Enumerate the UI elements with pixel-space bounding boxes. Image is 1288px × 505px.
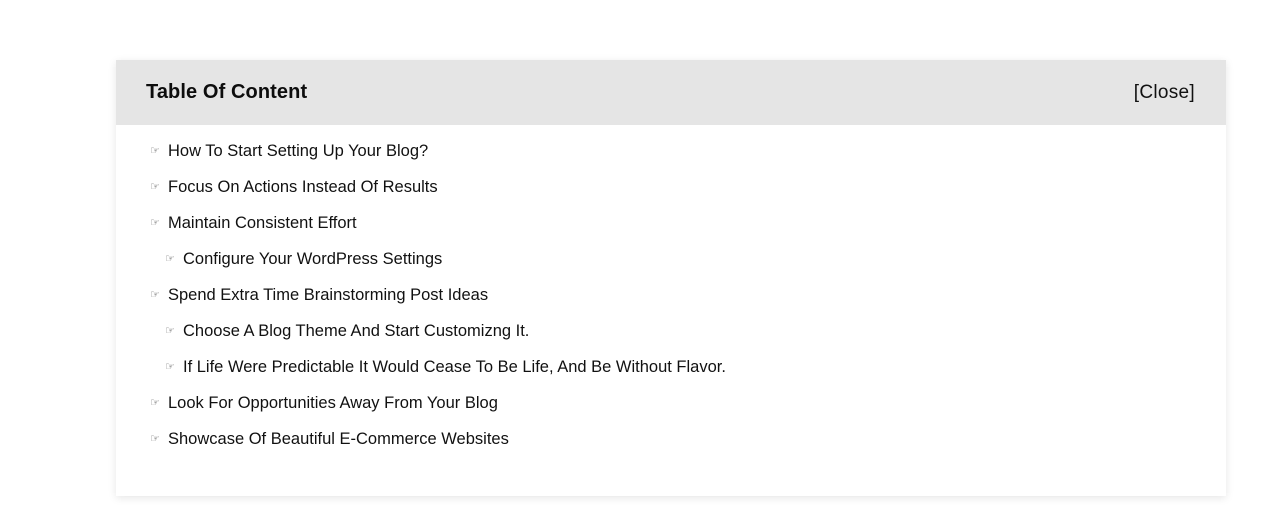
pointing-hand-icon: ☞ <box>150 181 160 193</box>
toc-item: ☞ Showcase Of Beautiful E-Commerce Websi… <box>116 430 1226 466</box>
pointing-hand-icon: ☞ <box>150 289 160 301</box>
toc-link[interactable]: Focus On Actions Instead Of Results <box>168 178 438 197</box>
toc-link[interactable]: Spend Extra Time Brainstorming Post Idea… <box>168 286 488 305</box>
pointing-hand-icon: ☞ <box>150 145 160 157</box>
toc-link[interactable]: Showcase Of Beautiful E-Commerce Website… <box>168 430 509 449</box>
toc-subitem: ☞ Choose A Blog Theme And Start Customiz… <box>116 322 1226 358</box>
toc-link[interactable]: Look For Opportunities Away From Your Bl… <box>168 394 498 413</box>
pointing-hand-icon: ☞ <box>165 253 175 265</box>
toc-title: Table Of Content <box>146 81 308 103</box>
toc-header: Table Of Content [Close] <box>116 60 1226 125</box>
pointing-hand-icon: ☞ <box>165 325 175 337</box>
toc-item: ☞ Spend Extra Time Brainstorming Post Id… <box>116 286 1226 322</box>
toc-subitem: ☞ If Life Were Predictable It Would Ceas… <box>116 358 1226 394</box>
toc-item: ☞ Maintain Consistent Effort <box>116 214 1226 250</box>
pointing-hand-icon: ☞ <box>165 361 175 373</box>
pointing-hand-icon: ☞ <box>150 217 160 229</box>
toc-link[interactable]: How To Start Setting Up Your Blog? <box>168 142 428 161</box>
pointing-hand-icon: ☞ <box>150 397 160 409</box>
toc-item: ☞ How To Start Setting Up Your Blog? <box>116 142 1226 178</box>
close-toc-button[interactable]: [Close] <box>1134 82 1195 104</box>
toc-item: ☞ Look For Opportunities Away From Your … <box>116 394 1226 430</box>
toc-subitem: ☞ Configure Your WordPress Settings <box>116 250 1226 286</box>
toc-link[interactable]: If Life Were Predictable It Would Cease … <box>183 358 726 377</box>
toc-link[interactable]: Configure Your WordPress Settings <box>183 250 442 269</box>
toc-item: ☞ Focus On Actions Instead Of Results <box>116 178 1226 214</box>
pointing-hand-icon: ☞ <box>150 433 160 445</box>
toc-link[interactable]: Choose A Blog Theme And Start Customizng… <box>183 322 529 341</box>
toc-link[interactable]: Maintain Consistent Effort <box>168 214 357 233</box>
toc-list: ☞ How To Start Setting Up Your Blog? ☞ F… <box>116 125 1226 466</box>
table-of-contents-panel: Table Of Content [Close] ☞ How To Start … <box>116 60 1226 496</box>
